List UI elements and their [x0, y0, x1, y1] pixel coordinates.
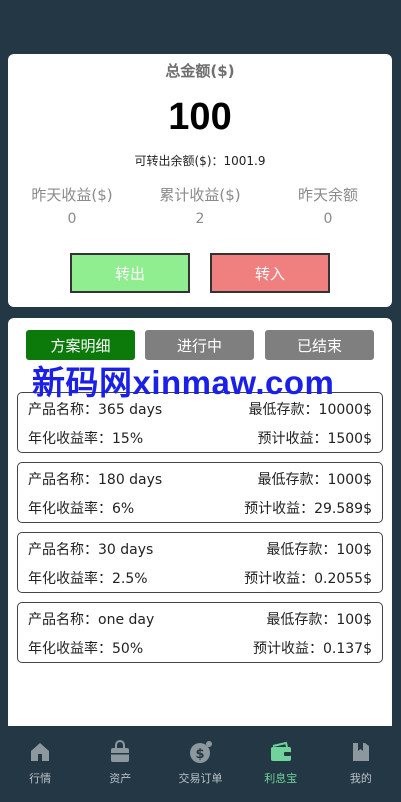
product-min-deposit: 最低存款：1000$	[257, 472, 372, 488]
transfer-out-button[interactable]: 转出	[70, 253, 190, 293]
product-card[interactable]: 产品名称：365 days 最低存款：10000$ 年化收益率：15% 预计收益…	[17, 392, 383, 453]
product-expected-earnings: 预计收益：29.589$	[244, 501, 372, 517]
svg-text:$: $	[195, 747, 204, 762]
product-row-top: 产品名称：180 days 最低存款：1000$	[28, 468, 372, 490]
product-row-top: 产品名称：one day 最低存款：100$	[28, 608, 372, 630]
summary-card: 总金额($) 100 可转出余额($)：1001.9 昨天收益($) 0 累计收…	[8, 54, 392, 307]
product-rate: 年化收益率：2.5%	[28, 571, 148, 587]
dollar-coin-icon: $	[189, 741, 212, 763]
product-min-deposit: 最低存款：100$	[266, 612, 372, 628]
product-row-bottom: 年化收益率：50% 预计收益：0.137$	[28, 637, 372, 659]
product-list-card: 方案明细 进行中 已结束 产品名称：365 days 最低存款：10000$ 年…	[8, 318, 392, 726]
stat-label: 累计收益($)	[159, 186, 241, 204]
transferable-balance: 可转出余额($)：1001.9	[134, 154, 266, 168]
nav-item-interest[interactable]: 利息宝	[241, 727, 321, 802]
stat-value: 2	[195, 211, 205, 227]
nav-item-profile[interactable]: 我的	[321, 727, 401, 802]
stat-label: 昨天收益($)	[31, 186, 113, 204]
product-name: 产品名称：30 days	[28, 542, 154, 558]
nav-label: 资产	[109, 772, 132, 785]
tab-in-progress[interactable]: 进行中	[145, 330, 254, 360]
tab-finished[interactable]: 已结束	[265, 330, 374, 360]
book-icon	[352, 743, 369, 761]
stat-value: 0	[67, 211, 77, 227]
product-card[interactable]: 产品名称：30 days 最低存款：100$ 年化收益率：2.5% 预计收益：0…	[17, 532, 383, 593]
product-min-deposit: 最低存款：10000$	[248, 402, 372, 418]
stat-yesterday-balance: 昨天余额 0	[264, 184, 392, 227]
nav-item-assets[interactable]: 资产	[80, 727, 160, 802]
product-min-deposit: 最低存款：100$	[266, 542, 372, 558]
product-row-bottom: 年化收益率：2.5% 预计收益：0.2055$	[28, 567, 372, 589]
product-card[interactable]: 产品名称：one day 最低存款：100$ 年化收益率：50% 预计收益：0.…	[17, 602, 383, 663]
transfer-in-button[interactable]: 转入	[210, 253, 330, 293]
total-amount-title: 总金额($)	[165, 62, 235, 80]
stat-total-earnings: 累计收益($) 2	[136, 184, 264, 227]
wallet-icon	[270, 741, 291, 761]
product-name: 产品名称：180 days	[28, 472, 163, 488]
product-name: 产品名称：one day	[28, 612, 155, 628]
product-expected-earnings: 预计收益：0.2055$	[244, 571, 372, 587]
screen: 总金额($) 100 可转出余额($)：1001.9 昨天收益($) 0 累计收…	[0, 0, 401, 802]
bag-icon	[111, 740, 130, 762]
total-amount-value: 100	[168, 96, 232, 138]
product-rate: 年化收益率：50%	[28, 641, 144, 657]
nav-label: 我的	[349, 772, 372, 785]
product-rate: 年化收益率：15%	[28, 431, 144, 447]
nav-item-orders[interactable]: $ 交易订单	[160, 727, 240, 802]
stat-value: 0	[323, 211, 333, 227]
bottom-nav: 行情 资产 $ 交易订单 利息宝 我的	[0, 727, 401, 802]
nav-label: 利息宝	[264, 772, 298, 785]
nav-label: 交易订单	[178, 772, 223, 785]
product-expected-earnings: 预计收益：1500$	[257, 431, 372, 447]
tab-plan-details[interactable]: 方案明细	[26, 330, 135, 360]
stat-yesterday-earnings: 昨天收益($) 0	[8, 184, 136, 227]
product-row-top: 产品名称：365 days 最低存款：10000$	[28, 398, 372, 420]
home-icon	[31, 743, 50, 761]
product-row-bottom: 年化收益率：6% 预计收益：29.589$	[28, 497, 372, 519]
product-name: 产品名称：365 days	[28, 402, 163, 418]
product-row-top: 产品名称：30 days 最低存款：100$	[28, 538, 372, 560]
nav-item-market[interactable]: 行情	[0, 727, 80, 802]
stat-label: 昨天余额	[297, 186, 358, 204]
nav-label: 行情	[29, 772, 52, 785]
product-rate: 年化收益率：6%	[28, 501, 135, 517]
product-row-bottom: 年化收益率：15% 预计收益：1500$	[28, 427, 372, 449]
product-expected-earnings: 预计收益：0.137$	[253, 641, 372, 657]
product-card[interactable]: 产品名称：180 days 最低存款：1000$ 年化收益率：6% 预计收益：2…	[17, 462, 383, 523]
